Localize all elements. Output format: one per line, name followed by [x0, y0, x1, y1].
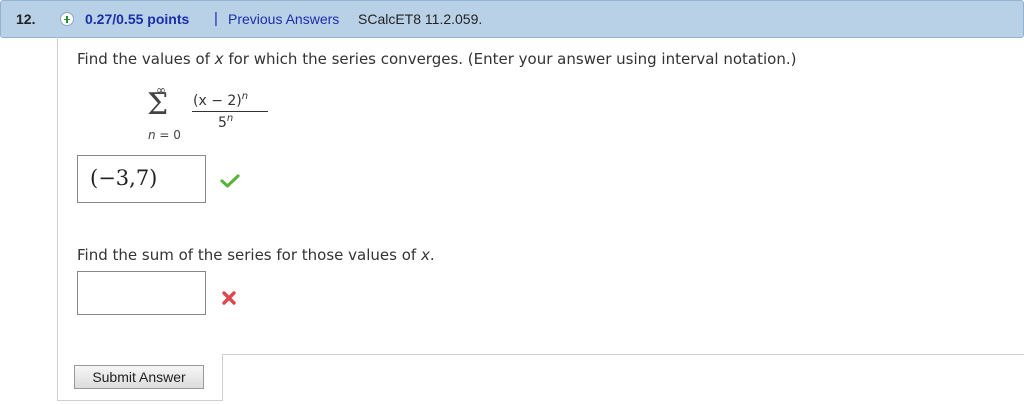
question-number: 12. — [16, 11, 36, 27]
series-numerator: (x − 2)n — [193, 91, 249, 109]
expand-plus-icon[interactable] — [60, 12, 74, 26]
previous-answers-link[interactable]: Previous Answers — [228, 11, 339, 27]
header-separator: | — [214, 10, 218, 27]
submit-answer-button[interactable]: Submit Answer — [74, 365, 204, 389]
panel-divider — [57, 400, 222, 401]
series-lower-limit: n = 0 — [148, 128, 181, 142]
problem-code: SCalcET8 11.2.059. — [358, 11, 483, 27]
question-header: 12. 0.27/0.55 points | Previous Answers … — [0, 0, 1024, 38]
answer-2-input[interactable] — [77, 271, 206, 315]
incorrect-x-icon — [222, 291, 236, 305]
points-score: 0.27/0.55 points — [85, 11, 190, 27]
question-2-text: Find the sum of the series for those val… — [77, 246, 435, 264]
fraction-bar — [192, 111, 268, 112]
submit-area-edge — [222, 354, 223, 401]
series-denominator: 5n — [218, 113, 234, 131]
sigma-symbol: Σ — [147, 87, 169, 122]
answer-1-value: (−3,7) — [90, 166, 158, 190]
answer-1-input[interactable]: (−3,7) — [77, 155, 206, 203]
correct-check-icon — [220, 174, 240, 188]
submit-area-divider — [222, 354, 1024, 355]
question-1-text: Find the values of x for which the serie… — [77, 50, 797, 68]
